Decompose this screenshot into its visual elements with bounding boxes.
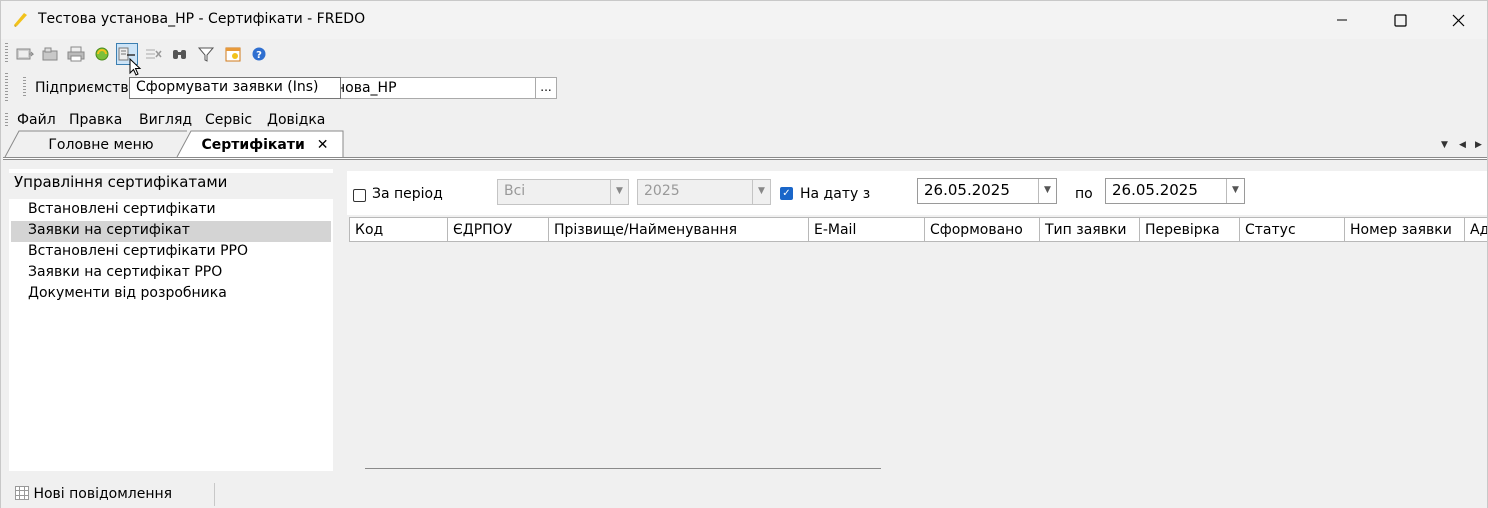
archive-button[interactable] (39, 43, 61, 65)
tab-prev-icon[interactable]: ◀ (1459, 140, 1466, 150)
left-item-installed-certs-rro[interactable]: Встановлені сертифікати РРО (11, 242, 331, 263)
left-item-cert-requests-rro[interactable]: Заявки на сертифікат РРО (11, 263, 331, 284)
enterprise-field[interactable]: нова_НР (331, 77, 537, 99)
svg-text:?: ? (256, 50, 262, 61)
filter-bar: За період Всі ▼ 2025 ▼ ✓ На дату з 26.05… (347, 171, 1487, 215)
horizontal-scrollbar[interactable] (365, 465, 881, 469)
menu-edit[interactable]: Правка (69, 112, 122, 128)
column-header[interactable]: E-Mail (809, 217, 925, 242)
period-select[interactable]: Всі ▼ (497, 179, 629, 205)
menu-help[interactable]: Довідка (267, 112, 325, 128)
date-to-picker[interactable]: 26.05.2025 ▼ (1105, 178, 1245, 204)
open-button[interactable] (14, 43, 36, 65)
toolbar-tooltip: Сформувати заявки (Ins) (129, 77, 341, 99)
calendar-button[interactable] (222, 43, 244, 65)
find-button[interactable] (169, 43, 191, 65)
close-button[interactable] (1429, 1, 1487, 39)
delete-icon (146, 49, 162, 59)
minimize-button[interactable] (1313, 1, 1371, 39)
tab-next-icon[interactable]: ▶ (1475, 140, 1482, 150)
menu-bar: Файл Правка Вигляд Сервіс Довідка (1, 109, 1487, 131)
delete-button[interactable] (143, 43, 165, 65)
tab-list-icon[interactable]: ▼ (1441, 140, 1448, 150)
period-label: За період (372, 186, 443, 202)
date-to-label: по (1075, 186, 1093, 202)
enterprise-browse-button[interactable]: ... (535, 77, 557, 99)
chevron-down-icon: ▼ (752, 180, 770, 204)
column-header[interactable]: ЄДРПОУ (448, 217, 549, 242)
date-to-value: 26.05.2025 (1112, 181, 1198, 199)
refresh-icon (95, 47, 109, 61)
column-header[interactable]: Ад (1465, 217, 1487, 242)
title-bar: Тестова установа_НР - Сертифікати - FRED… (1, 1, 1487, 39)
window-title: Тестова установа_НР - Сертифікати - FRED… (38, 11, 366, 27)
toolbar-grip[interactable] (5, 43, 8, 63)
enterprise-grip-inner[interactable] (23, 77, 26, 97)
tab-close-icon[interactable]: ✕ (317, 137, 329, 153)
period-checkbox[interactable] (353, 189, 366, 202)
status-bar: Нові повідомлення (1, 481, 1487, 508)
app-logo-icon (14, 13, 27, 27)
maximize-button[interactable] (1371, 1, 1429, 39)
find-icon (173, 50, 186, 59)
main-window: Тестова установа_НР - Сертифікати - FRED… (0, 0, 1488, 508)
tab-main-menu[interactable]: Головне меню (17, 131, 185, 158)
year-select[interactable]: 2025 ▼ (637, 179, 771, 205)
messages-label: Нові повідомлення (33, 486, 173, 502)
left-item-cert-requests[interactable]: Заявки на сертифікат (11, 221, 331, 242)
print-button[interactable] (65, 43, 87, 65)
toolbar: ? (1, 39, 1487, 69)
close-icon (1452, 14, 1464, 26)
chevron-down-icon: ▼ (1226, 179, 1244, 203)
year-select-value: 2025 (644, 183, 680, 199)
column-header[interactable]: Перевірка (1140, 217, 1240, 242)
messages-status[interactable]: Нові повідомлення (11, 483, 215, 506)
calendar-icon (225, 47, 241, 62)
column-header[interactable]: Номер заявки (1345, 217, 1465, 242)
tab-underline (3, 157, 1487, 160)
chevron-down-icon: ▼ (1038, 179, 1056, 203)
enterprise-grip[interactable] (5, 73, 8, 101)
chevron-down-icon: ▼ (610, 180, 628, 204)
filter-icon (197, 47, 215, 62)
date-from-picker[interactable]: 26.05.2025 ▼ (917, 178, 1057, 204)
help-button[interactable]: ? (248, 43, 270, 65)
tab-certificates-label: Сертифікати (201, 137, 305, 153)
archive-icon (42, 47, 58, 61)
left-panel-title: Управління сертифікатами (9, 173, 333, 199)
date-from-value: 26.05.2025 (924, 181, 1010, 199)
date-label: На дату з (800, 186, 871, 202)
maximize-icon (1393, 13, 1407, 27)
menu-service[interactable]: Сервіс (205, 112, 252, 128)
filter-button[interactable] (195, 43, 217, 65)
messages-grid-icon (15, 486, 29, 500)
left-item-developer-docs[interactable]: Документи від розробника (11, 284, 331, 305)
tab-certificates[interactable]: Сертифікати ✕ (189, 131, 341, 158)
column-header[interactable]: Код (349, 217, 448, 242)
refresh-button[interactable] (91, 43, 113, 65)
mouse-cursor-icon (129, 58, 142, 76)
date-checkbox[interactable]: ✓ (780, 187, 793, 200)
column-header[interactable]: Прізвище/Найменування (549, 217, 809, 242)
table-header: Код ЄДРПОУ Прізвище/Найменування E-Mail … (349, 217, 1487, 242)
column-header[interactable]: Статус (1240, 217, 1345, 242)
period-select-value: Всі (504, 183, 526, 199)
print-icon (67, 46, 85, 62)
menu-view[interactable]: Вигляд (139, 112, 192, 128)
requests-table: Код ЄДРПОУ Прізвище/Найменування E-Mail … (347, 215, 1487, 477)
column-header[interactable]: Тип заявки (1040, 217, 1140, 242)
tab-strip: Головне меню Сертифікати ✕ (1, 129, 1487, 159)
column-header[interactable]: Сформовано (925, 217, 1040, 242)
enterprise-label: Підприємство (35, 80, 138, 96)
menu-file[interactable]: Файл (17, 112, 56, 128)
open-icon (16, 48, 34, 60)
menu-grip[interactable] (5, 113, 8, 127)
left-item-installed-certs[interactable]: Встановлені сертифікати (11, 200, 331, 221)
help-icon: ? (252, 47, 266, 61)
minimize-icon (1337, 19, 1347, 21)
tab-main-menu-label: Головне меню (48, 137, 154, 153)
